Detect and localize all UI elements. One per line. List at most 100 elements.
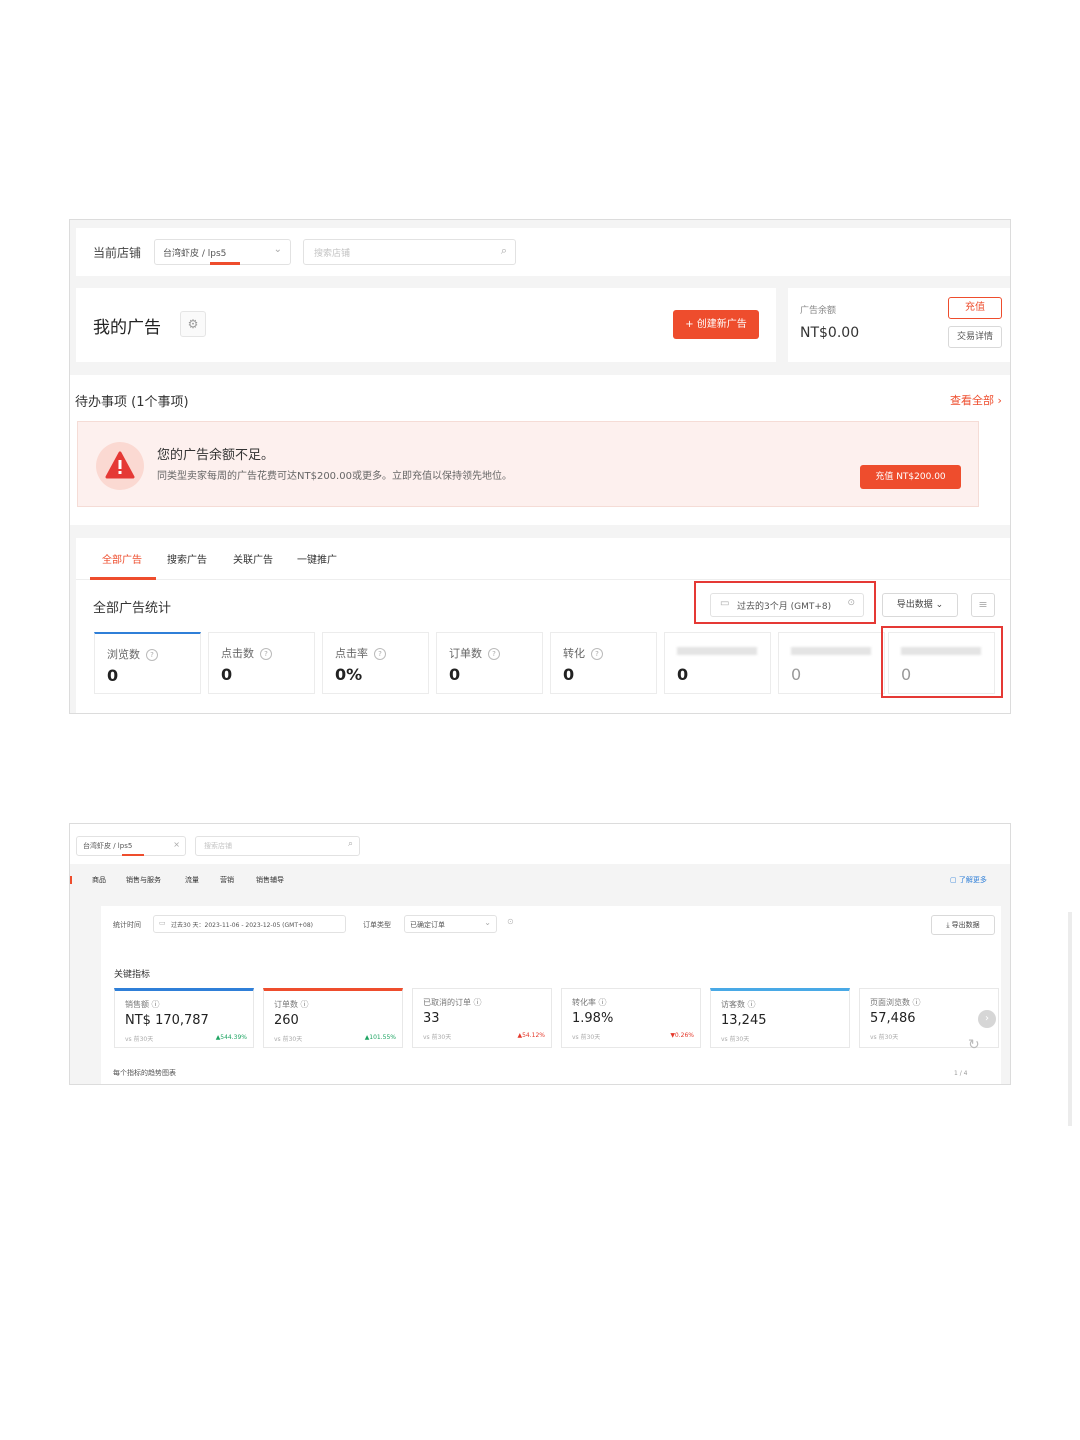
scroll-edge [1068, 912, 1072, 1126]
tab-boost[interactable]: 一键推广 [297, 551, 337, 566]
store-search-2[interactable]: 搜索店铺 ⌕ [195, 836, 360, 856]
nav-item-products[interactable]: 商品 [92, 875, 106, 885]
alert-title: 您的广告余额不足。 [157, 448, 275, 463]
view-all-label: 查看全部 [950, 394, 994, 407]
chevron-down-icon: ⌄ [273, 244, 282, 255]
metric-card[interactable]: 转化? 0 [550, 632, 657, 694]
metric-card-blurred[interactable]: 0 [778, 632, 885, 694]
order-type-select[interactable]: 已确定订单 ⌄ [404, 915, 497, 933]
low-balance-alert: 您的广告余额不足。 同类型卖家每周的广告花费可达NT$200.00或更多。立即充… [77, 421, 979, 507]
chevron-right-icon: › [985, 1013, 989, 1024]
key-metric-card[interactable]: 订单数 ⓘ 260 vs 前30天 ▲101.55% [263, 988, 403, 1048]
balance-value: NT$0.00 [800, 325, 860, 341]
store-select-2[interactable]: 台湾虾皮 / lps5 × [76, 836, 186, 856]
key-metric-change: ▲544.39% [215, 1034, 247, 1041]
key-metric-card[interactable]: 已取消的订单 ⓘ 33 vs 前30天 ▲54.12% [412, 988, 552, 1048]
export-data-label: 导出数据 [896, 600, 933, 610]
calendar-icon: ▭ [159, 919, 166, 927]
stats-title: 全部广告统计 [93, 601, 172, 616]
help-icon: ? [374, 648, 386, 660]
recharge-button[interactable]: 充值 [948, 297, 1002, 319]
help-icon: ? [591, 648, 603, 660]
help-icon[interactable]: ⊙ [507, 917, 514, 926]
nav-item-coaching[interactable]: 销售辅导 [256, 875, 284, 885]
ads-stats-section: 全部广告 搜索广告 关联广告 一键推广 全部广告统计 ▭ 过去的3个月 (GMT… [76, 538, 1010, 713]
metric-value: 0 [901, 665, 912, 684]
key-metric-label-text: 页面浏览数 [870, 998, 910, 1007]
key-metric-label-text: 转化率 [572, 998, 596, 1007]
key-metrics-title: 关键指标 [114, 970, 151, 980]
help-icon: ⓘ [151, 1000, 160, 1009]
pager-text: 1 / 4 [954, 1070, 968, 1077]
search-icon[interactable]: ⌕ [501, 244, 507, 258]
export-data-button-2[interactable]: ⤓ 导出数据 [931, 915, 995, 935]
metric-label: 点击率? [335, 645, 386, 661]
calendar-icon: ▭ [720, 598, 730, 609]
metric-value: 0 [677, 665, 689, 684]
learn-more-label: 了解更多 [958, 876, 987, 884]
metric-card[interactable]: 浏览数? 0 [94, 632, 201, 694]
close-icon[interactable]: × [173, 840, 180, 849]
alert-recharge-button[interactable]: 充值 NT$200.00 [860, 465, 961, 489]
metric-value: 0 [221, 665, 233, 684]
alert-description: 同类型卖家每周的广告花费可达NT$200.00或更多。立即充值以保持领先地位。 [157, 471, 512, 482]
screenshot-business-insights: 台湾虾皮 / lps5 × 搜索店铺 ⌕ 商品 销售与服务 流量 营销 销售辅导… [69, 823, 1011, 1085]
ad-type-tabs: 全部广告 搜索广告 关联广告 一键推广 [76, 538, 1010, 580]
metric-card-blurred[interactable]: 0 [888, 632, 995, 694]
metric-value: 0 [449, 665, 461, 684]
metric-value: 0 [791, 665, 802, 684]
transaction-details-button[interactable]: 交易详情 [948, 326, 1002, 348]
metric-card-blurred[interactable]: 0 [664, 632, 771, 694]
list-view-button[interactable]: ≡ [971, 593, 995, 617]
metric-card[interactable]: 订单数? 0 [436, 632, 543, 694]
export-data-button[interactable]: 导出数据 ⌄ [882, 593, 958, 617]
learn-more-link[interactable]: ▢ 了解更多 [950, 875, 987, 885]
info-icon: ⊙ [847, 598, 855, 608]
key-metric-label: 转化率 ⓘ [572, 997, 607, 1008]
metric-label-text: 点击数 [221, 647, 254, 660]
tab-all-ads[interactable]: 全部广告 [102, 551, 142, 566]
help-icon: ? [488, 648, 500, 660]
key-metric-card[interactable]: 销售额 ⓘ NT$ 170,787 vs 前30天 ▲544.39% [114, 988, 254, 1048]
nav-left-marker [70, 876, 72, 884]
key-metric-card[interactable]: 访客数 ⓘ 13,245 vs 前30天 [710, 988, 850, 1048]
key-metric-compare: vs 前30天 [870, 1034, 899, 1041]
nav-item-traffic[interactable]: 流量 [185, 875, 199, 885]
metric-label-text: 浏览数 [107, 648, 140, 661]
nav-item-marketing[interactable]: 营销 [220, 875, 234, 885]
key-metric-change: ▲101.55% [364, 1034, 396, 1041]
view-all-link[interactable]: 查看全部 › [950, 392, 1002, 408]
warning-icon [96, 442, 144, 490]
date-range-picker[interactable]: ▭ 过去的3个月 (GMT+8) ⊙ [710, 593, 864, 617]
menu-icon: ≡ [978, 598, 988, 611]
metric-card[interactable]: 点击数? 0 [208, 632, 315, 694]
blurred-label [677, 647, 757, 655]
search-icon[interactable]: ⌕ [348, 839, 353, 849]
help-icon: ⓘ [747, 1000, 756, 1009]
screenshot-ads-dashboard: 当前店铺 台湾虾皮 / lps5 ⌄ 搜索店铺 ⌕ 我的广告 ⚙ + 创建新广告… [69, 219, 1011, 714]
metric-label-text: 订单数 [449, 647, 482, 660]
store-label: 当前店铺 [93, 246, 142, 260]
settings-icon-button[interactable]: ⚙ [180, 311, 206, 337]
page-title: 我的广告 [93, 318, 161, 338]
store-underline [122, 854, 144, 856]
key-metric-value: 260 [274, 1013, 299, 1028]
store-select[interactable]: 台湾虾皮 / lps5 ⌄ [154, 239, 291, 265]
store-search-input[interactable]: 搜索店铺 ⌕ [303, 239, 516, 265]
insights-panel: 统计时间 ▭ 过去30 天：2023-11-06 - 2023-12-05 (G… [101, 906, 1001, 1084]
key-metric-label: 订单数 ⓘ [274, 999, 309, 1010]
metric-card[interactable]: 点击率? 0% [322, 632, 429, 694]
period-picker[interactable]: ▭ 过去30 天：2023-11-06 - 2023-12-05 (GMT+08… [153, 915, 346, 933]
tab-search-ads[interactable]: 搜索广告 [167, 551, 207, 566]
ads-header: 我的广告 ⚙ + 创建新广告 [76, 288, 776, 362]
key-metric-compare: vs 前30天 [721, 1036, 750, 1043]
store-search-2-placeholder: 搜索店铺 [204, 842, 232, 850]
create-ad-button[interactable]: + 创建新广告 [673, 310, 759, 339]
trend-chart-title: 每个指标的趋势图表 [113, 1069, 176, 1077]
tab-discovery-ads[interactable]: 关联广告 [233, 551, 273, 566]
todo-title: 待办事项 (1个事项) [75, 395, 189, 410]
nav-item-sales-service[interactable]: 销售与服务 [126, 875, 161, 885]
key-metric-card[interactable]: 转化率 ⓘ 1.98% vs 前30天 ▼0.26% [561, 988, 701, 1048]
key-metric-value: 57,486 [870, 1011, 916, 1026]
next-arrow-button[interactable]: › [978, 1010, 996, 1028]
